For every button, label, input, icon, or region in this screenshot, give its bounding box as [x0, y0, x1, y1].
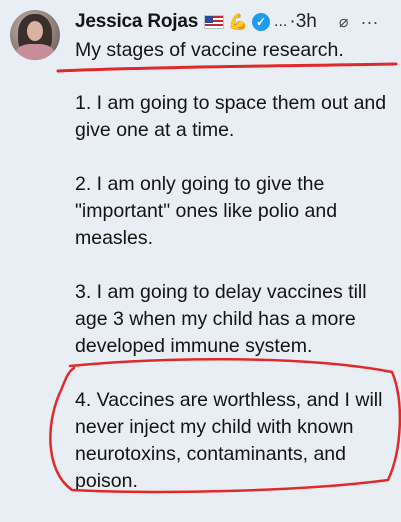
tweet-card: Jessica Rojas 💪 ✓ ... ·3h ⌀ ··· My stage… [0, 0, 401, 500]
list-item: 1. I am going to space them out and give… [75, 92, 387, 141]
tweet-header: Jessica Rojas 💪 ✓ ... ·3h ⌀ ··· [75, 8, 395, 36]
list-item: 4. Vaccines are worthless, and I will ne… [75, 389, 383, 492]
red-underline-annotation [56, 62, 398, 73]
avatar[interactable] [10, 10, 60, 60]
tweet-body: 1. I am going to space them out and give… [75, 90, 397, 522]
grok-icon[interactable]: ⌀ [339, 12, 349, 32]
verified-badge-icon[interactable]: ✓ [252, 13, 271, 31]
timestamp[interactable]: ·3h [289, 11, 316, 33]
avatar-face [27, 21, 43, 41]
list-item: 3. I am going to delay vaccines till age… [75, 281, 367, 357]
more-options-icon[interactable]: ··· [360, 12, 378, 33]
tweet-title: My stages of vaccine research. [75, 39, 344, 61]
list-item: 2. I am only going to give the "importan… [75, 173, 338, 249]
avatar-shirt [16, 44, 54, 60]
us-flag-icon [204, 15, 225, 29]
flexed-biceps-icon: 💪 [228, 14, 249, 31]
header-ellipsis: ... [274, 13, 288, 30]
author-name[interactable]: Jessica Rojas [75, 11, 198, 33]
